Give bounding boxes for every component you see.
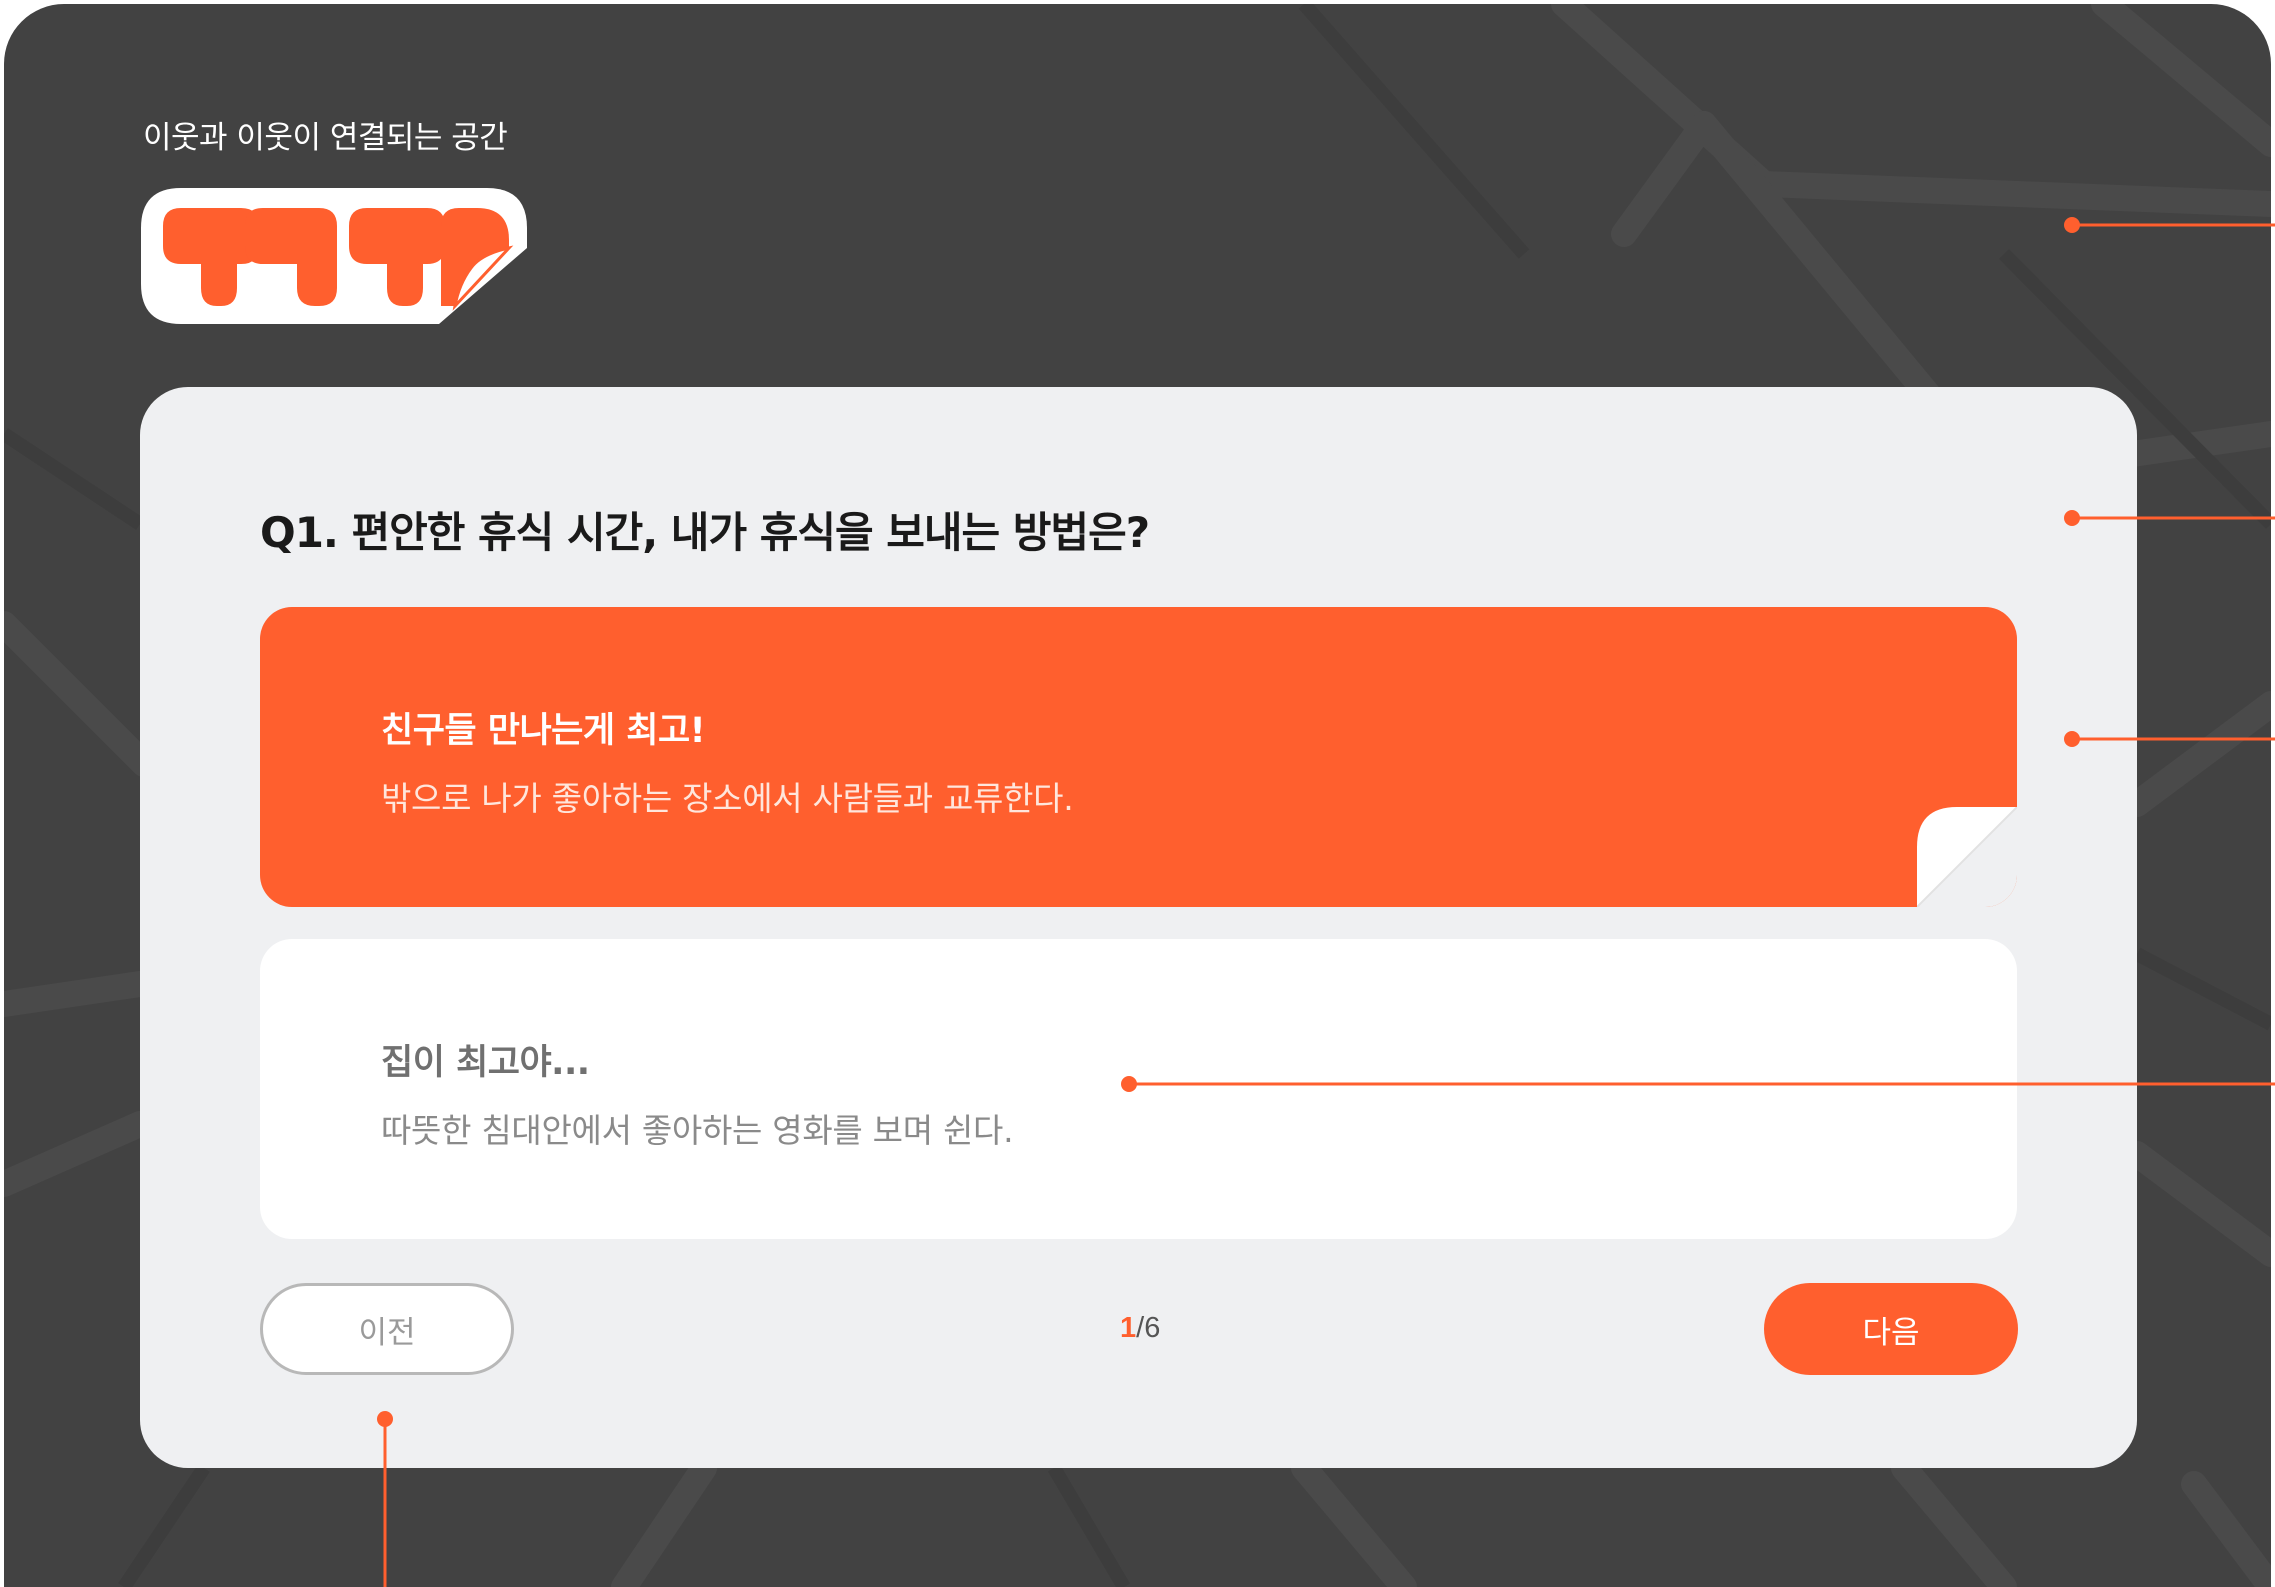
quiz-card: Q1. 편안한 휴식 시간, 내가 휴식을 보내는 방법은? 친구들 만나는게 … bbox=[140, 387, 2137, 1468]
option-description: 따뜻한 침대안에서 좋아하는 영화를 보며 쉰다. bbox=[381, 1111, 1014, 1150]
progress-indicator: 1/6 bbox=[1120, 1312, 1160, 1345]
answer-option-home[interactable]: 집이 최고야... 따뜻한 침대안에서 좋아하는 영화를 보며 쉰다. bbox=[260, 939, 2017, 1239]
sticker-logo-icon bbox=[141, 188, 527, 324]
progress-total: /6 bbox=[1136, 1312, 1161, 1344]
answer-option-friends[interactable]: 친구들 만나는게 최고! 밖으로 나가 좋아하는 장소에서 사람들과 교류한다. bbox=[260, 607, 2017, 907]
page-curl-icon bbox=[1917, 807, 2017, 907]
option-description: 밖으로 나가 좋아하는 장소에서 사람들과 교류한다. bbox=[381, 779, 1074, 818]
option-title: 집이 최고야... bbox=[381, 1043, 590, 1083]
app-frame: 이웃과 이웃이 연결되는 공간 Q1. 편안한 휴식 시간, 내가 휴식을 보내… bbox=[4, 4, 2271, 1587]
tagline: 이웃과 이웃이 연결되는 공간 bbox=[143, 120, 508, 156]
question-title: Q1. 편안한 휴식 시간, 내가 휴식을 보내는 방법은? bbox=[260, 508, 1150, 557]
prev-button[interactable]: 이전 bbox=[260, 1283, 514, 1375]
option-title: 친구들 만나는게 최고! bbox=[381, 711, 706, 751]
progress-current: 1 bbox=[1120, 1312, 1137, 1344]
next-button[interactable]: 다음 bbox=[1764, 1283, 2018, 1375]
